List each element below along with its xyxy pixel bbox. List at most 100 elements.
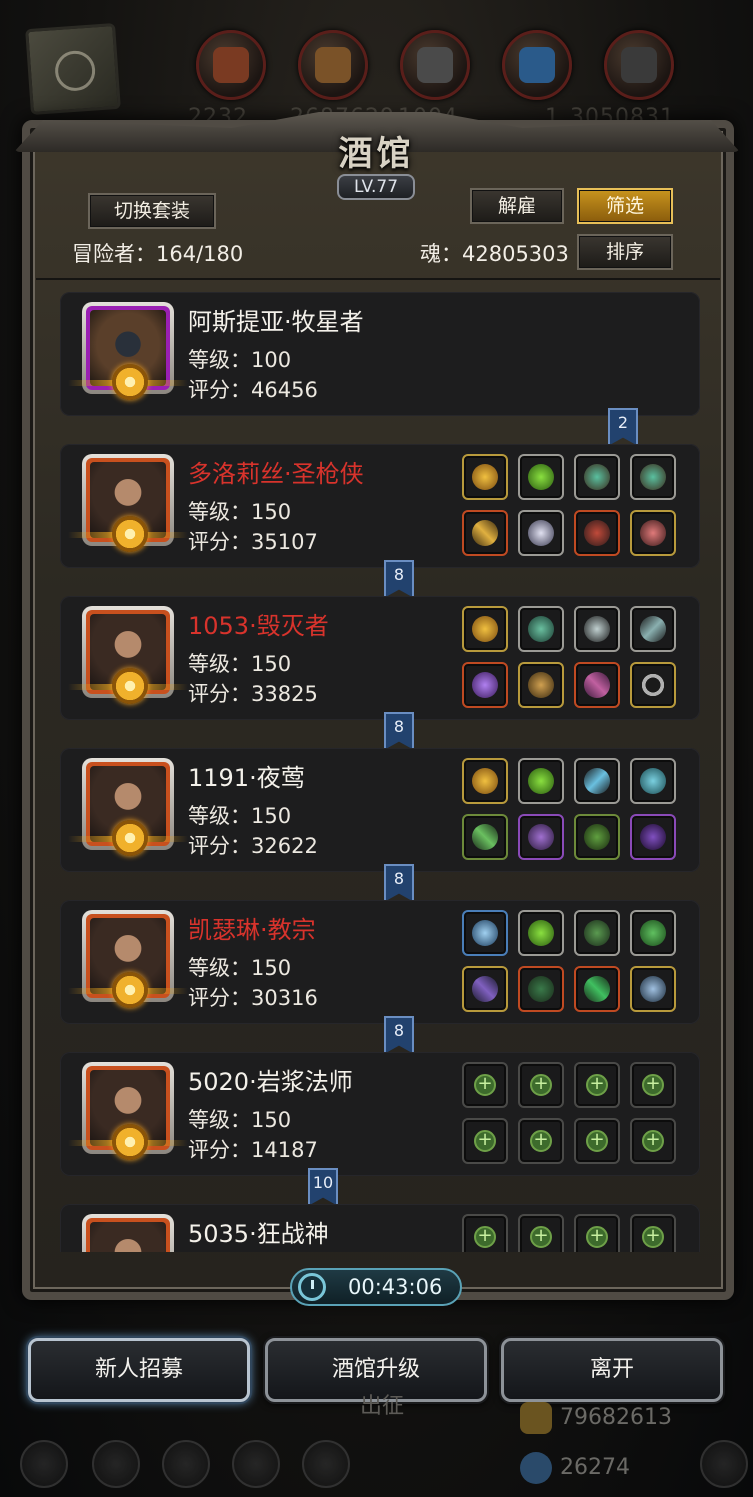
spear-icon[interactable] bbox=[630, 606, 676, 652]
staff-icon[interactable] bbox=[462, 966, 508, 1012]
hero-level: 等级：150 bbox=[188, 804, 292, 828]
tavern-level-badge: LV.77 bbox=[337, 174, 415, 200]
rank-star-icon bbox=[112, 364, 148, 400]
hero-score: 评分：14187 bbox=[188, 1138, 318, 1162]
dimmed-expedition-label: 出征 bbox=[360, 1394, 405, 1419]
hero-level: 等级：150 bbox=[188, 652, 292, 676]
guild-badge-icon[interactable] bbox=[25, 22, 121, 116]
hero-name: 1053·毁灭者 bbox=[188, 612, 329, 640]
empty-slot-icon[interactable]: + bbox=[630, 1118, 676, 1164]
helmet-icon[interactable] bbox=[518, 966, 564, 1012]
sword-icon[interactable] bbox=[574, 966, 620, 1012]
hero-card[interactable]: 5020·岩浆法师 等级：150 评分：14187 + + + + + + + … bbox=[60, 1052, 700, 1176]
crown-icon[interactable] bbox=[462, 606, 508, 652]
stone-resource-icon[interactable] bbox=[604, 30, 674, 100]
ribbon-badge: 8 bbox=[384, 864, 414, 902]
staff-icon[interactable] bbox=[462, 662, 508, 708]
hero-card[interactable]: 1053·毁灭者 等级：150 评分：33825 bbox=[60, 596, 700, 720]
hero-list[interactable]: 阿斯提亚·牧星者 等级：100 评分：46456 2 多洛莉丝·圣枪侠 等级：1… bbox=[36, 280, 720, 1252]
rank-star-icon bbox=[112, 668, 148, 704]
settings-icon[interactable] bbox=[20, 1440, 68, 1488]
leave-button[interactable]: 离开 bbox=[501, 1338, 723, 1402]
empty-slot-icon[interactable]: + bbox=[462, 1118, 508, 1164]
orb-icon[interactable] bbox=[462, 910, 508, 956]
hero-name: 凯瑟琳·教宗 bbox=[188, 916, 316, 944]
gem-icon[interactable] bbox=[518, 606, 564, 652]
hero-name: 阿斯提亚·牧星者 bbox=[188, 308, 364, 336]
helmet-icon[interactable] bbox=[518, 454, 564, 500]
hero-card[interactable]: 阿斯提亚·牧星者 等级：100 评分：46456 bbox=[60, 292, 700, 416]
stone-icon[interactable] bbox=[630, 758, 676, 804]
empty-slot-icon[interactable]: + bbox=[574, 1118, 620, 1164]
add-icon[interactable] bbox=[700, 1440, 748, 1488]
soul-count: 魂：42805303 bbox=[420, 242, 569, 266]
bracer-icon[interactable] bbox=[630, 454, 676, 500]
amulet-icon[interactable] bbox=[630, 510, 676, 556]
helmet-icon[interactable] bbox=[518, 662, 564, 708]
empty-slot-icon[interactable]: + bbox=[574, 1062, 620, 1108]
empty-slot-icon[interactable]: + bbox=[574, 1214, 620, 1252]
dismiss-button[interactable]: 解雇 bbox=[470, 188, 564, 224]
hero-card[interactable]: 凯瑟琳·教宗 等级：150 评分：30316 bbox=[60, 900, 700, 1024]
clock-icon bbox=[298, 1273, 326, 1301]
empty-slot-icon[interactable]: + bbox=[630, 1062, 676, 1108]
adventurer-count: 冒险者：164/180 bbox=[72, 242, 244, 266]
rank-star-icon bbox=[112, 1124, 148, 1160]
ring-icon[interactable] bbox=[630, 814, 676, 860]
crystal-resource-icon[interactable] bbox=[502, 30, 572, 100]
gauntlet-icon[interactable] bbox=[574, 510, 620, 556]
armor-icon[interactable] bbox=[518, 510, 564, 556]
empty-slot-icon[interactable]: + bbox=[518, 1214, 564, 1252]
helmet-icon[interactable] bbox=[518, 910, 564, 956]
filter-button[interactable]: 筛选 bbox=[577, 188, 673, 224]
recruit-timer: 00:43:06 bbox=[290, 1268, 462, 1306]
helmet-icon[interactable] bbox=[518, 758, 564, 804]
bracer-icon[interactable] bbox=[574, 454, 620, 500]
sort-button[interactable]: 排序 bbox=[577, 234, 673, 270]
empty-slot-icon[interactable]: + bbox=[518, 1118, 564, 1164]
iron-resource-icon[interactable] bbox=[400, 30, 470, 100]
hero-level: 等级：150 bbox=[188, 500, 292, 524]
empty-slot-icon[interactable]: + bbox=[518, 1062, 564, 1108]
hero-level: 等级：150 bbox=[188, 1108, 292, 1132]
blade-icon[interactable] bbox=[574, 662, 620, 708]
map-icon[interactable] bbox=[302, 1440, 350, 1488]
page-title: 酒馆 bbox=[338, 134, 415, 174]
hero-portrait[interactable] bbox=[82, 1214, 174, 1252]
armor-icon[interactable] bbox=[518, 814, 564, 860]
ribbon-badge: 10 bbox=[308, 1168, 338, 1206]
recruit-button[interactable]: 新人招募 bbox=[28, 1338, 250, 1402]
diamond-amount: 26274 bbox=[560, 1455, 630, 1480]
rank-star-icon bbox=[112, 820, 148, 856]
hero-score: 评分：35107 bbox=[188, 530, 318, 554]
dagger-icon[interactable] bbox=[462, 814, 508, 860]
hero-card[interactable]: 多洛莉丝·圣枪侠 等级：150 评分：35107 bbox=[60, 444, 700, 568]
shield-icon[interactable] bbox=[92, 1440, 140, 1488]
diamond-icon bbox=[520, 1452, 552, 1484]
rifle-icon[interactable] bbox=[462, 510, 508, 556]
feather-icon[interactable] bbox=[574, 758, 620, 804]
empty-slot-icon[interactable]: + bbox=[630, 1214, 676, 1252]
diamond-currency: 26274 bbox=[520, 1452, 630, 1484]
empty-slot-icon[interactable]: + bbox=[462, 1062, 508, 1108]
ribbon-badge: 8 bbox=[384, 712, 414, 750]
rune-icon[interactable] bbox=[574, 606, 620, 652]
crown-icon[interactable] bbox=[462, 454, 508, 500]
meat-resource-icon[interactable] bbox=[196, 30, 266, 100]
ring-icon[interactable] bbox=[630, 662, 676, 708]
armor-icon[interactable] bbox=[574, 910, 620, 956]
tome-icon[interactable] bbox=[630, 910, 676, 956]
gold-bars-icon bbox=[520, 1402, 552, 1434]
amulet-icon[interactable] bbox=[630, 966, 676, 1012]
ring-icon[interactable] bbox=[574, 814, 620, 860]
wood-resource-icon[interactable] bbox=[298, 30, 368, 100]
switch-outfit-button[interactable]: 切换套装 bbox=[88, 193, 216, 229]
hero-score: 评分：32622 bbox=[188, 834, 318, 858]
timer-text: 00:43:06 bbox=[348, 1275, 443, 1299]
hero-card[interactable]: 1191·夜莺 等级：150 评分：32622 bbox=[60, 748, 700, 872]
crown-icon[interactable] bbox=[462, 758, 508, 804]
empty-slot-icon[interactable]: + bbox=[462, 1214, 508, 1252]
castle-icon[interactable] bbox=[162, 1440, 210, 1488]
mail-icon[interactable] bbox=[232, 1440, 280, 1488]
hero-card[interactable]: 5035·狂战神 + + + + bbox=[60, 1204, 700, 1252]
